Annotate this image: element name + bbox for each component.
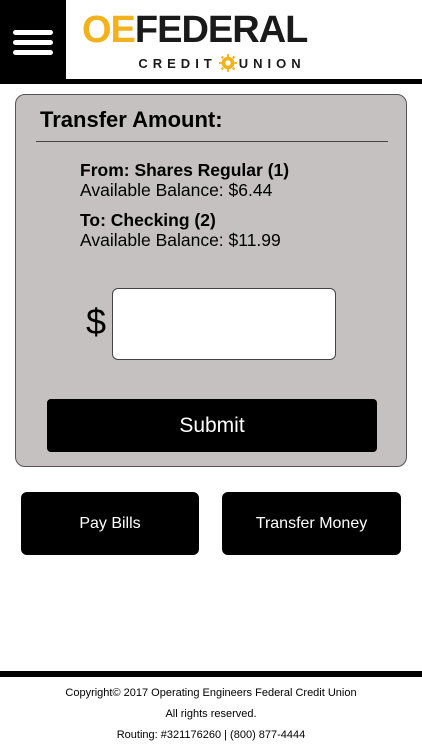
footer-divider <box>0 671 422 677</box>
logo-federal: FEDERAL <box>134 9 308 51</box>
header: OE FEDERAL CREDIT UNION <box>0 0 422 84</box>
footer: Copyright© 2017 Operating Engineers Fede… <box>0 683 422 746</box>
to-account-balance: Available Balance: $11.99 <box>80 230 281 250</box>
currency-symbol: $ <box>86 301 107 342</box>
footer-routing: Routing: #321176260 | (800) 877-4444 <box>116 729 306 741</box>
from-account-label: From: Shares Regular (1) <box>80 160 290 180</box>
from-account: From: Shares Regular (1) Available Balan… <box>80 160 289 200</box>
logo-oe: OE <box>82 9 136 51</box>
hamburger-menu-icon-bar <box>13 49 53 55</box>
to-account-label: To: Checking (2) <box>80 210 216 230</box>
transfer-money-button[interactable]: Transfer Money <box>222 492 401 555</box>
hamburger-menu-icon-bar <box>13 39 53 45</box>
app-screen: OE FEDERAL CREDIT UNION Transfer Amount:… <box>0 0 422 750</box>
amount-input[interactable] <box>112 288 336 360</box>
transfer-card: Transfer Amount: From: Shares Regular (1… <box>15 94 407 467</box>
logo-subtitle: CREDIT UNION <box>62 54 382 72</box>
to-account: To: Checking (2) Available Balance: $11.… <box>80 210 281 250</box>
hamburger-menu-icon <box>13 29 53 35</box>
pay-bills-button[interactable]: Pay Bills <box>21 492 199 555</box>
brand-logo[interactable]: OE FEDERAL CREDIT UNION <box>82 10 382 74</box>
footer-rights: All rights reserved. <box>165 708 257 720</box>
footer-copyright: Copyright© 2017 Operating Engineers Fede… <box>65 687 357 699</box>
logo-wordmark: OE FEDERAL <box>82 10 382 50</box>
logo-credit: CREDIT <box>138 55 217 71</box>
submit-button[interactable]: Submit <box>47 399 377 452</box>
transfer-title: Transfer Amount: <box>40 107 223 132</box>
menu-button[interactable] <box>0 0 66 84</box>
title-divider <box>36 141 388 142</box>
logo-union: UNION <box>238 55 306 71</box>
gear-icon <box>218 54 237 72</box>
header-divider <box>0 79 422 84</box>
from-account-balance: Available Balance: $6.44 <box>80 180 273 200</box>
